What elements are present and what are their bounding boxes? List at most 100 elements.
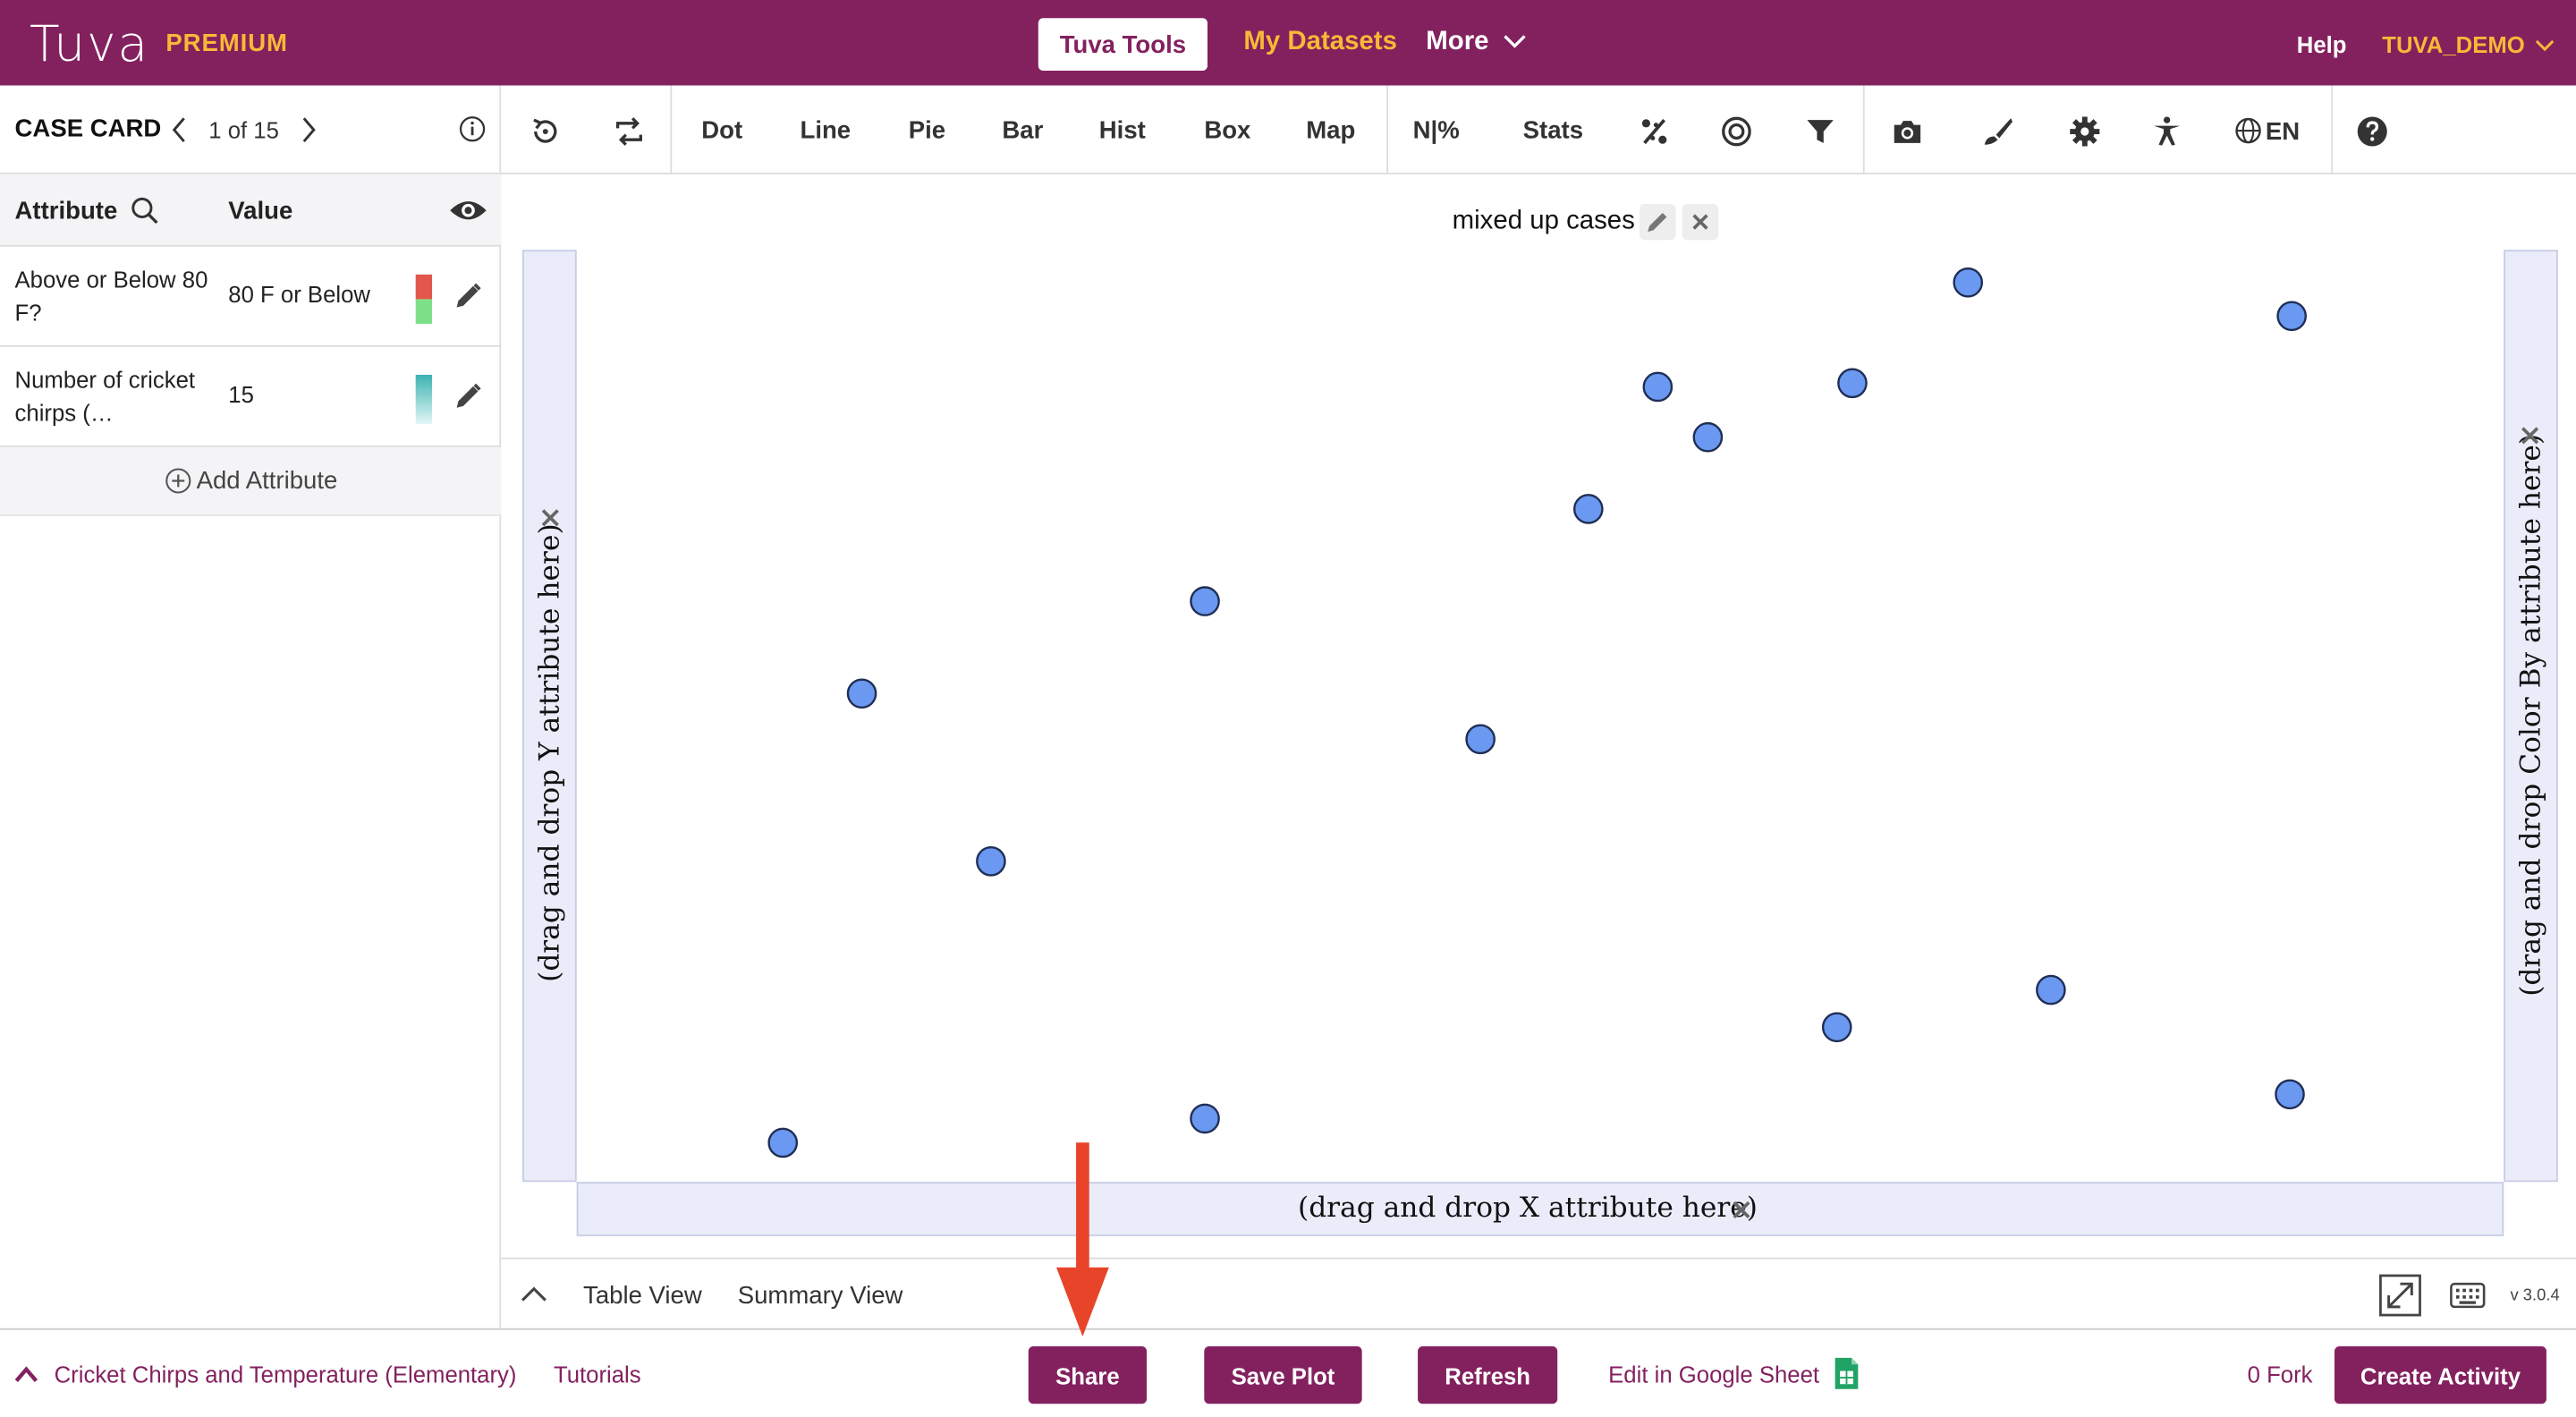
numeric-color-swatch[interactable] <box>415 374 433 425</box>
target-icon[interactable] <box>1720 115 1753 148</box>
close-icon[interactable] <box>1730 1199 1753 1222</box>
camera-icon[interactable] <box>1891 115 1924 148</box>
close-icon[interactable] <box>538 506 562 530</box>
share-button[interactable]: Share <box>1028 1345 1148 1404</box>
pie-chart-button[interactable]: Pie <box>909 116 945 144</box>
globe-icon <box>2235 117 2261 144</box>
more-label: More <box>1426 28 1489 56</box>
pencil-icon[interactable] <box>453 281 483 310</box>
bar-chart-button[interactable]: Bar <box>1002 116 1043 144</box>
data-point[interactable] <box>1953 267 1984 298</box>
toolbar-separator <box>1386 85 1389 174</box>
tutorials-link[interactable]: Tutorials <box>554 1362 641 1387</box>
tuva-tools-button[interactable]: Tuva Tools <box>1038 18 1208 72</box>
case-row: Above or Below 80 F? 80 F or Below <box>0 247 502 347</box>
attribute-name: Above or Below 80 F? <box>14 266 208 326</box>
view-bar: Table View Summary View v 3.0.4 <box>501 1257 2576 1328</box>
y-drop-label: (drag and drop Y attribute here) <box>533 523 567 982</box>
case-counter: 1 of 15 <box>208 116 279 143</box>
remove-title-button[interactable] <box>1682 203 1719 241</box>
case-card-title: CASE CARD <box>14 115 162 143</box>
user-name: TUVA_DEMO <box>2382 30 2525 58</box>
data-point[interactable] <box>2276 301 2307 332</box>
tuva-logo[interactable]: Tuva PREMIUM <box>30 16 288 73</box>
attribute-value: 80 F or Below <box>228 281 370 308</box>
case-card-header: CASE CARD 1 of 15 <box>0 86 502 174</box>
eye-icon[interactable] <box>448 198 487 224</box>
pencil-icon[interactable] <box>453 381 483 411</box>
data-point[interactable] <box>1642 371 1674 403</box>
info-icon[interactable] <box>458 115 486 143</box>
fork-count[interactable]: 0 Fork <box>2248 1362 2313 1387</box>
stats-button[interactable]: Stats <box>1523 116 1583 144</box>
attribute-value: 15 <box>228 381 254 408</box>
data-point[interactable] <box>1572 494 1604 524</box>
swap-axes-icon[interactable] <box>613 115 646 148</box>
chevron-right-icon[interactable] <box>301 115 317 145</box>
data-point[interactable] <box>767 1127 799 1158</box>
table-view-tab[interactable]: Table View <box>583 1282 702 1310</box>
google-sheets-icon[interactable] <box>1834 1356 1860 1391</box>
data-point[interactable] <box>1190 586 1220 616</box>
brush-icon[interactable] <box>1981 115 2014 148</box>
percent-tool-icon[interactable] <box>1638 115 1671 148</box>
value-column-header: Value <box>228 197 293 225</box>
data-point[interactable] <box>2275 1079 2305 1110</box>
box-plot-button[interactable]: Box <box>1204 116 1250 144</box>
edit-title-button[interactable] <box>1640 203 1676 241</box>
toolbar-separator <box>2331 85 2334 174</box>
expand-icon[interactable] <box>2379 1274 2422 1317</box>
scatter-plot[interactable] <box>577 250 2504 1182</box>
create-activity-button[interactable]: Create Activity <box>2334 1345 2546 1404</box>
language-selector[interactable]: EN <box>2234 116 2300 147</box>
chevron-up-icon[interactable] <box>521 1282 547 1305</box>
my-datasets-link[interactable]: My Datasets <box>1243 28 1397 57</box>
data-point[interactable] <box>2036 974 2066 1005</box>
save-plot-button[interactable]: Save Plot <box>1204 1345 1362 1404</box>
filter-icon[interactable] <box>1804 115 1837 148</box>
accessibility-icon[interactable] <box>2150 115 2183 148</box>
user-menu[interactable]: TUVA_DEMO <box>2382 31 2554 57</box>
count-percent-button[interactable]: N|% <box>1413 116 1460 144</box>
help-link[interactable]: Help <box>2297 31 2347 57</box>
pencil-icon <box>1648 212 1667 233</box>
attribute-table-header: Attribute Value <box>0 174 502 247</box>
attribute-name: Number of cricket chirps (… <box>14 366 196 426</box>
help-icon[interactable] <box>2356 115 2389 148</box>
refresh-button[interactable]: Refresh <box>1418 1345 1558 1404</box>
search-icon[interactable] <box>130 196 159 225</box>
data-point[interactable] <box>976 845 1006 877</box>
chevron-up-icon[interactable] <box>14 1364 38 1384</box>
keyboard-icon[interactable] <box>2450 1282 2486 1309</box>
reset-icon[interactable] <box>529 115 562 148</box>
category-color-swatch[interactable] <box>415 274 433 325</box>
close-icon[interactable] <box>2519 424 2542 447</box>
dot-plot-button[interactable]: Dot <box>701 116 742 144</box>
data-point[interactable] <box>1465 724 1496 755</box>
version-label: v 3.0.4 <box>2510 1286 2560 1306</box>
map-button[interactable]: Map <box>1306 116 1355 144</box>
line-plot-button[interactable]: Line <box>800 116 851 144</box>
add-attribute-button[interactable]: Add Attribute <box>0 446 502 517</box>
gear-icon[interactable] <box>2068 115 2101 148</box>
case-card-panel: CASE CARD 1 of 15 Attribute Value Above … <box>0 85 502 1328</box>
case-row: Number of cricket chirps (… 15 <box>0 347 502 447</box>
data-point[interactable] <box>1837 368 1868 399</box>
data-point[interactable] <box>1821 1012 1852 1043</box>
dataset-name-link[interactable]: Cricket Chirps and Temperature (Elementa… <box>55 1362 517 1387</box>
data-point[interactable] <box>1190 1103 1220 1134</box>
edit-google-sheet-link[interactable]: Edit in Google Sheet <box>1608 1362 1819 1387</box>
chevron-left-icon[interactable] <box>171 115 187 145</box>
plus-circle-icon <box>165 468 191 494</box>
more-menu[interactable]: More <box>1426 28 1526 57</box>
attribute-column-header: Attribute <box>14 197 118 225</box>
summary-view-tab[interactable]: Summary View <box>738 1282 903 1310</box>
close-icon <box>1692 214 1708 230</box>
premium-badge: PREMIUM <box>165 30 288 58</box>
top-bar: Tuva PREMIUM Tuva Tools My Datasets More… <box>0 0 2576 86</box>
footer-bar: Cricket Chirps and Temperature (Elementa… <box>0 1328 2576 1417</box>
data-point[interactable] <box>1692 421 1724 453</box>
toolbar-separator <box>670 85 673 174</box>
histogram-button[interactable]: Hist <box>1099 116 1146 144</box>
data-point[interactable] <box>846 678 877 709</box>
